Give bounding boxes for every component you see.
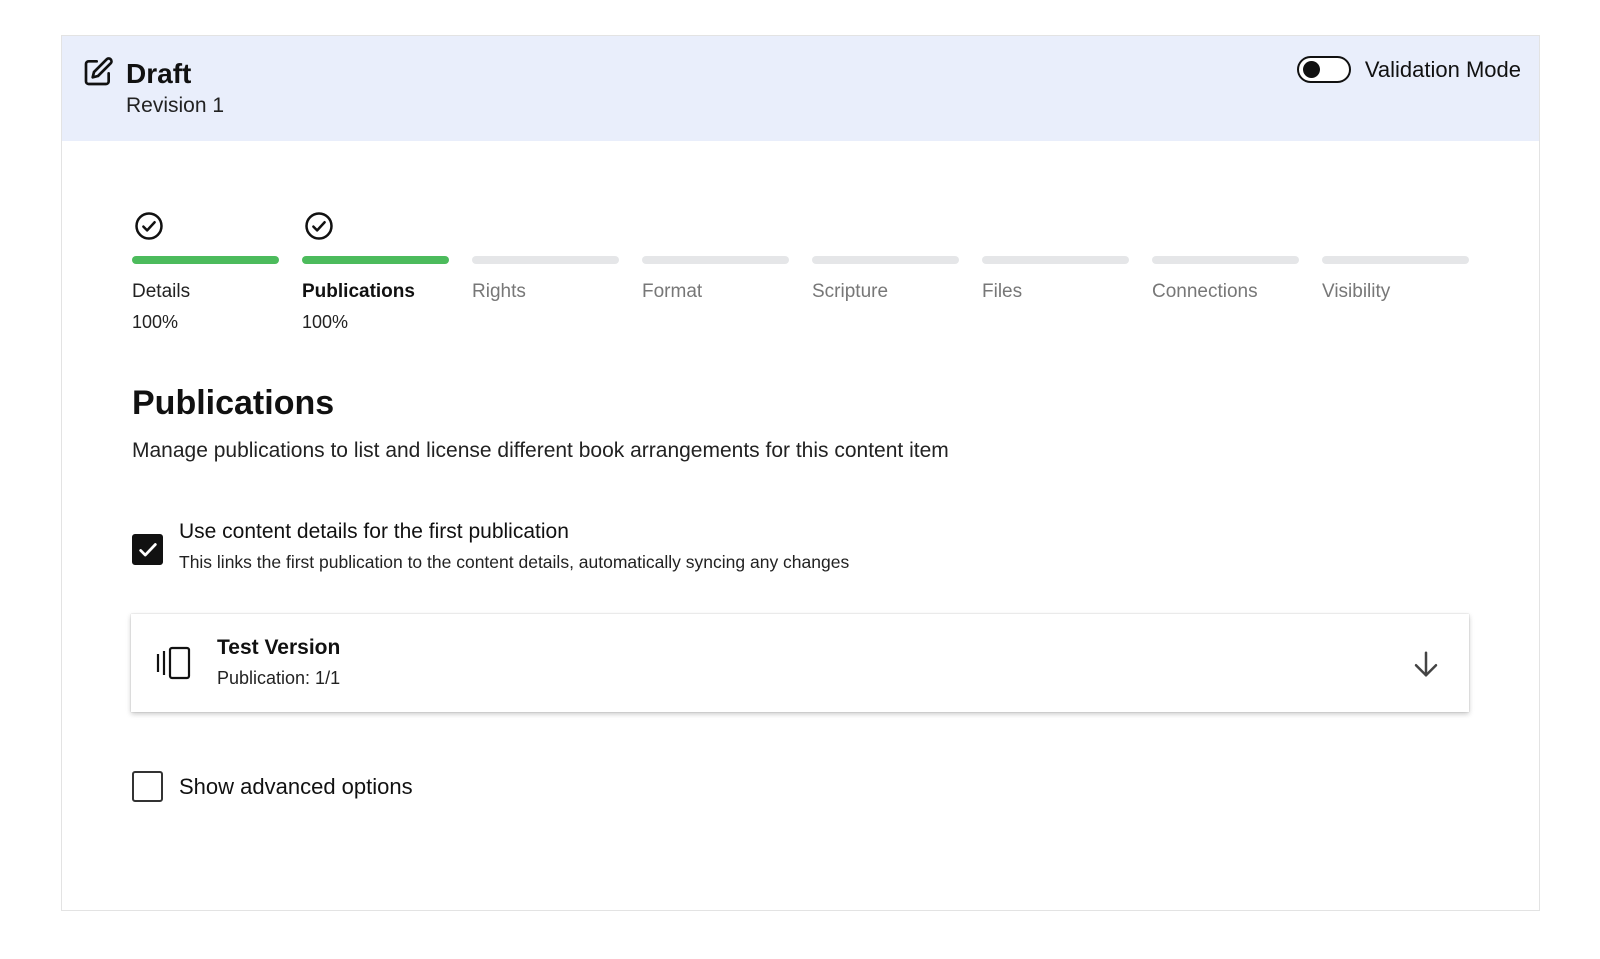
step-connections[interactable]: Connections bbox=[1152, 211, 1299, 341]
step-label: Rights bbox=[472, 281, 526, 302]
content-editor-card: Draft Revision 1 Validation Mode Details… bbox=[61, 35, 1540, 911]
validation-mode-label: Validation Mode bbox=[1364, 56, 1521, 82]
checkmark-icon bbox=[138, 542, 157, 556]
step-progress-bar bbox=[812, 256, 959, 264]
step-label: Details bbox=[132, 281, 191, 302]
step-files[interactable]: Files bbox=[982, 211, 1129, 341]
step-label: Format bbox=[642, 281, 703, 302]
step-percent: 100% bbox=[302, 312, 349, 332]
revision-label: Revision 1 bbox=[126, 94, 225, 117]
step-label: Connections bbox=[1152, 281, 1258, 302]
toggle-knob bbox=[1302, 61, 1320, 78]
step-label: Visibility bbox=[1322, 281, 1391, 302]
step-label: Scripture bbox=[812, 281, 889, 302]
check-circle-icon bbox=[305, 212, 333, 240]
publication-card[interactable]: Test Version Publication: 1/1 bbox=[131, 614, 1469, 712]
step-progress-bar bbox=[982, 256, 1129, 264]
step-progress-bar bbox=[1152, 256, 1299, 264]
step-rights[interactable]: Rights bbox=[472, 211, 619, 341]
edit-icon[interactable] bbox=[82, 56, 114, 88]
section-description: Manage publications to list and license … bbox=[132, 439, 949, 462]
step-progress-bar bbox=[472, 256, 619, 264]
use-content-details-sublabel: This links the first publication to the … bbox=[179, 552, 850, 572]
draft-header: Draft Revision 1 Validation Mode bbox=[62, 36, 1539, 141]
step-progress-bar bbox=[1322, 256, 1469, 264]
step-progress-bar bbox=[132, 256, 279, 264]
show-advanced-checkbox[interactable] bbox=[132, 771, 163, 802]
step-format[interactable]: Format bbox=[642, 211, 789, 341]
validation-mode-toggle[interactable]: Validation Mode bbox=[1296, 56, 1521, 83]
use-content-details-label: Use content details for the first public… bbox=[179, 520, 569, 543]
use-content-details-option[interactable]: Use content details for the first public… bbox=[132, 518, 849, 573]
step-details[interactable]: Details 100% bbox=[132, 211, 279, 341]
publication-subtitle: Publication: 1/1 bbox=[217, 668, 341, 688]
step-scripture[interactable]: Scripture bbox=[812, 211, 959, 341]
step-percent: 100% bbox=[132, 312, 179, 332]
section-title: Publications bbox=[132, 384, 335, 422]
carousel-icon bbox=[156, 646, 191, 680]
step-progress-bar bbox=[642, 256, 789, 264]
toggle-switch[interactable] bbox=[1296, 56, 1351, 83]
arrow-down-icon[interactable] bbox=[1411, 648, 1441, 680]
show-advanced-option[interactable]: Show advanced options bbox=[132, 771, 413, 802]
publication-title: Test Version bbox=[217, 636, 341, 659]
progress-steps: Details 100% Publications 100% Rights Format S… bbox=[132, 211, 1469, 341]
check-circle-icon bbox=[135, 212, 163, 240]
step-label: Files bbox=[982, 281, 1023, 302]
use-content-details-checkbox[interactable] bbox=[132, 534, 163, 565]
step-publications[interactable]: Publications 100% bbox=[302, 211, 449, 341]
draft-title: Draft bbox=[126, 58, 192, 89]
show-advanced-label: Show advanced options bbox=[179, 773, 413, 799]
step-progress-bar bbox=[302, 256, 449, 264]
step-label: Publications bbox=[302, 281, 415, 302]
step-visibility[interactable]: Visibility bbox=[1322, 211, 1469, 341]
